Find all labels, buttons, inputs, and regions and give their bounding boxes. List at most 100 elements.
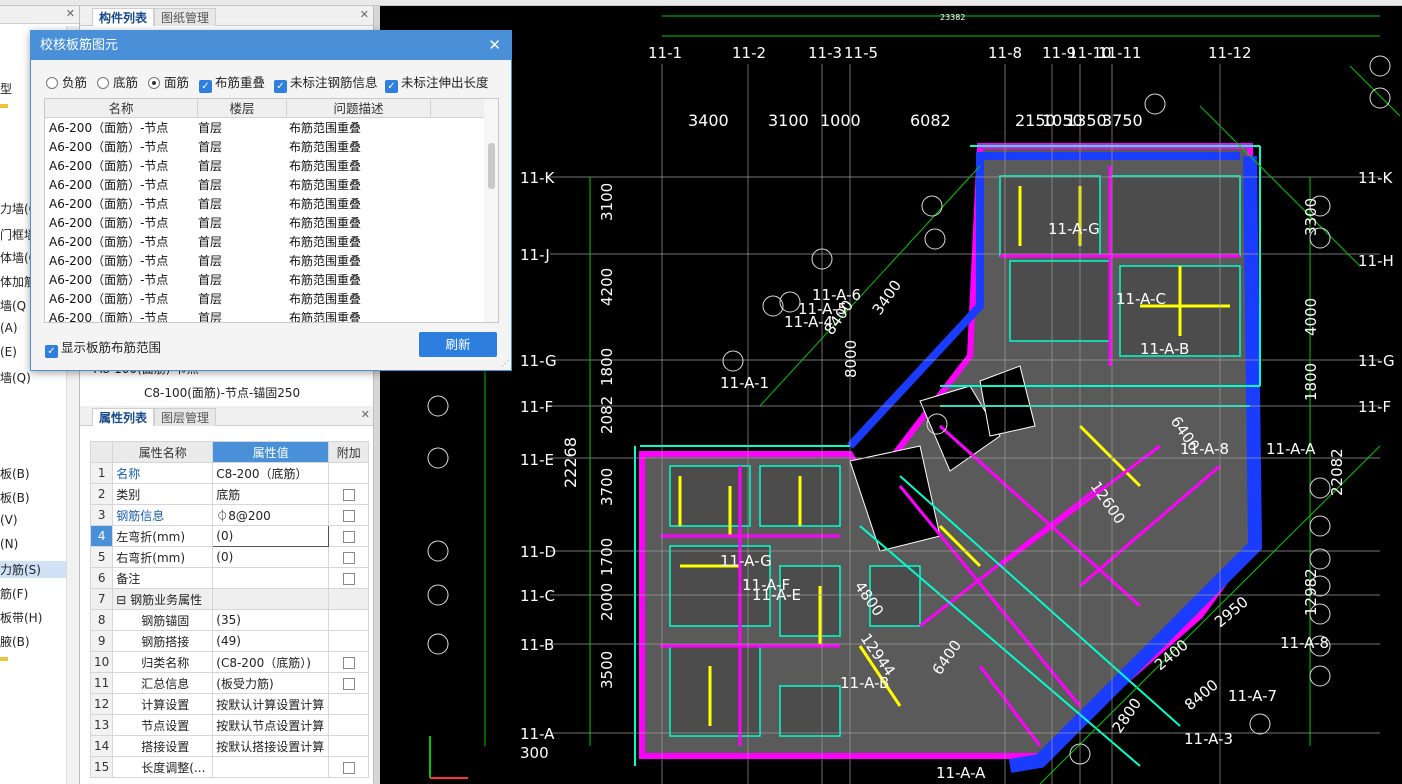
property-row[interactable]: 7 ⊟ 钢筋业务属性 [89,588,370,610]
property-row[interactable]: 8 钢筋锚固 (35) [89,609,370,631]
tab-component-list[interactable]: 构件列表 [92,8,155,26]
tab-property-list[interactable]: 属性列表 [92,408,155,426]
tree-item[interactable]: 板(B) [0,489,30,506]
attach-cell[interactable] [328,462,370,484]
property-row[interactable]: 13 节点设置 按默认节点设置计算 [89,714,370,736]
scrollbar-thumb[interactable] [488,143,495,189]
attach-cell[interactable] [328,483,370,505]
cad-canvas[interactable]: 23382 11-1 11-2 11-3 11-5 11-8 11-9 11-10 11-11 1… [380,6,1402,784]
close-icon[interactable]: ✕ [360,8,369,21]
checkbox[interactable] [342,761,355,774]
attach-cell[interactable] [328,525,370,547]
checkbox[interactable] [342,677,355,690]
property-row[interactable]: 11 汇总信息 (板受力筋) [89,672,370,694]
property-value[interactable]: (35) [212,609,330,631]
property-value[interactable] [212,567,330,589]
issue-row[interactable]: A6-200（面筋）-节点 首层 布筋范围重叠 [45,195,485,214]
issue-row[interactable]: A6-200（面筋）-节点 首层 布筋范围重叠 [45,176,485,195]
issue-row[interactable]: A6-200（面筋）-节点 首层 布筋范围重叠 [45,233,485,252]
property-row[interactable]: 5 右弯折(mm) (0) [89,546,370,568]
dialog-title-bar[interactable]: 校核板筋图元 ✕ [31,31,511,60]
tree-item[interactable]: 力筋(S) [0,561,66,578]
close-icon[interactable]: ✕ [361,408,370,421]
tree-item[interactable]: (A) [0,321,18,335]
checkbox[interactable] [342,509,355,522]
attach-cell[interactable] [328,756,370,778]
property-row[interactable]: 14 搭接设置 按默认搭接设置计算 [89,735,370,757]
collapse-icon[interactable]: ⊟ [116,593,130,607]
property-value[interactable]: (C8-200（底筋）) [212,651,330,673]
tree-item[interactable]: (N) [0,537,18,551]
property-row[interactable]: 2 类别 底筋 [89,483,370,505]
resize-grip-icon[interactable]: ⋰ [501,359,509,368]
property-row[interactable]: 9 钢筋搭接 (49) [89,630,370,652]
issue-row[interactable]: A6-200（面筋）-节点 首层 布筋范围重叠 [45,157,485,176]
attach-cell[interactable] [328,693,370,715]
property-row[interactable]: 6 备注 [89,567,370,589]
table-scrollbar[interactable] [484,99,498,322]
refresh-button[interactable]: 刷新 [419,332,497,357]
tree-item[interactable]: 筋(F) [0,585,28,602]
property-value[interactable]: C8-200（底筋） [212,462,330,484]
tree-item[interactable]: 墙(Q) [0,369,31,386]
tab-layer-management[interactable]: 图层管理 [154,408,217,426]
tree-item[interactable]: 板带(H) [0,609,42,626]
check-missing-length[interactable]: ✓ 未标注伸出长度 [385,72,489,93]
issue-row[interactable]: A6-200（面筋）-节点 首层 布筋范围重叠 [45,252,485,271]
checkbox[interactable] [342,488,355,501]
tree-item[interactable]: 腋(B) [0,633,30,650]
property-value[interactable]: 按默认搭接设置计算 [212,735,330,757]
attach-cell[interactable] [328,609,370,631]
tree-item[interactable]: 型 [0,80,12,97]
property-row[interactable]: 12 计算设置 按默认计算设置计算 [89,693,370,715]
checkbox[interactable] [342,572,355,585]
property-row[interactable]: 3 钢筋信息 ⏀8@200 [89,504,370,526]
property-value[interactable]: (0) [212,525,330,547]
attach-cell[interactable] [328,588,370,610]
property-value[interactable]: (板受力筋) [212,672,330,694]
issue-row[interactable]: A6-200（面筋）-节点 首层 布筋范围重叠 [45,290,485,309]
issue-row[interactable]: A6-200（面筋）-节点 首层 布筋范围重叠 [45,119,485,138]
attach-cell[interactable] [328,735,370,757]
property-value[interactable]: 底筋 [212,483,330,505]
issue-row[interactable]: A6-200（面筋）-节点 首层 布筋范围重叠 [45,138,485,157]
close-icon[interactable]: ✕ [488,31,501,60]
radio-negative-rebar[interactable]: 负筋 [46,72,87,91]
tab-drawing-management[interactable]: 图纸管理 [154,8,217,26]
component-row[interactable]: C8-100(面筋)-节点-锚固250 [144,384,300,401]
property-value[interactable]: (0) [212,546,330,568]
attach-cell[interactable] [328,672,370,694]
checkbox[interactable] [342,551,355,564]
issue-row[interactable]: A6-200（面筋）-节点 首层 布筋范围重叠 [45,271,485,290]
radio-bottom-rebar[interactable]: 底筋 [97,72,138,91]
property-value[interactable]: 按默认计算设置计算 [212,693,330,715]
tree-item[interactable]: 墙(Q [0,297,26,314]
attach-cell[interactable] [328,651,370,673]
property-value[interactable]: (49) [212,630,330,652]
property-value[interactable]: ⏀8@200 [212,504,330,526]
issue-row[interactable]: A6-200（面筋）-节点 首层 布筋范围重叠 [45,214,485,233]
attach-cell[interactable] [328,546,370,568]
property-row[interactable]: 4 左弯折(mm) (0) [89,525,370,547]
property-row[interactable]: 1 名称 C8-200（底筋） [89,462,370,484]
attach-cell[interactable] [328,567,370,589]
check-overlap[interactable]: ✓ 布筋重叠 [199,72,265,93]
attach-cell[interactable] [328,504,370,526]
checkbox[interactable] [342,656,355,669]
checkbox[interactable] [342,530,355,543]
property-row[interactable]: 10 归类名称 (C8-200（底筋）) [89,651,370,673]
attach-cell[interactable] [328,714,370,736]
issue-row[interactable]: A6-200（面筋）-节点 首层 布筋范围重叠 [45,309,485,322]
property-value[interactable]: 按默认节点设置计算 [212,714,330,736]
tree-item[interactable]: (E) [0,345,17,359]
attach-cell[interactable] [328,630,370,652]
show-range-checkbox[interactable]: ✓ 显示板筋布筋范围 [45,337,161,358]
tree-item[interactable]: 板(B) [0,465,30,482]
property-value[interactable] [212,588,330,610]
radio-top-rebar[interactable]: 面筋 [148,72,189,91]
check-missing-info[interactable]: ✓ 未标注钢筋信息 [274,72,378,93]
tree-item[interactable]: (V) [0,513,18,527]
property-row[interactable]: 15 长度调整(... [89,756,370,778]
close-icon[interactable]: ✕ [66,7,75,20]
floor-plan-drawing[interactable]: 2338211-1 11-2 11-3 11-5 11-8 11-911-1011-11 1… [380,6,1402,784]
